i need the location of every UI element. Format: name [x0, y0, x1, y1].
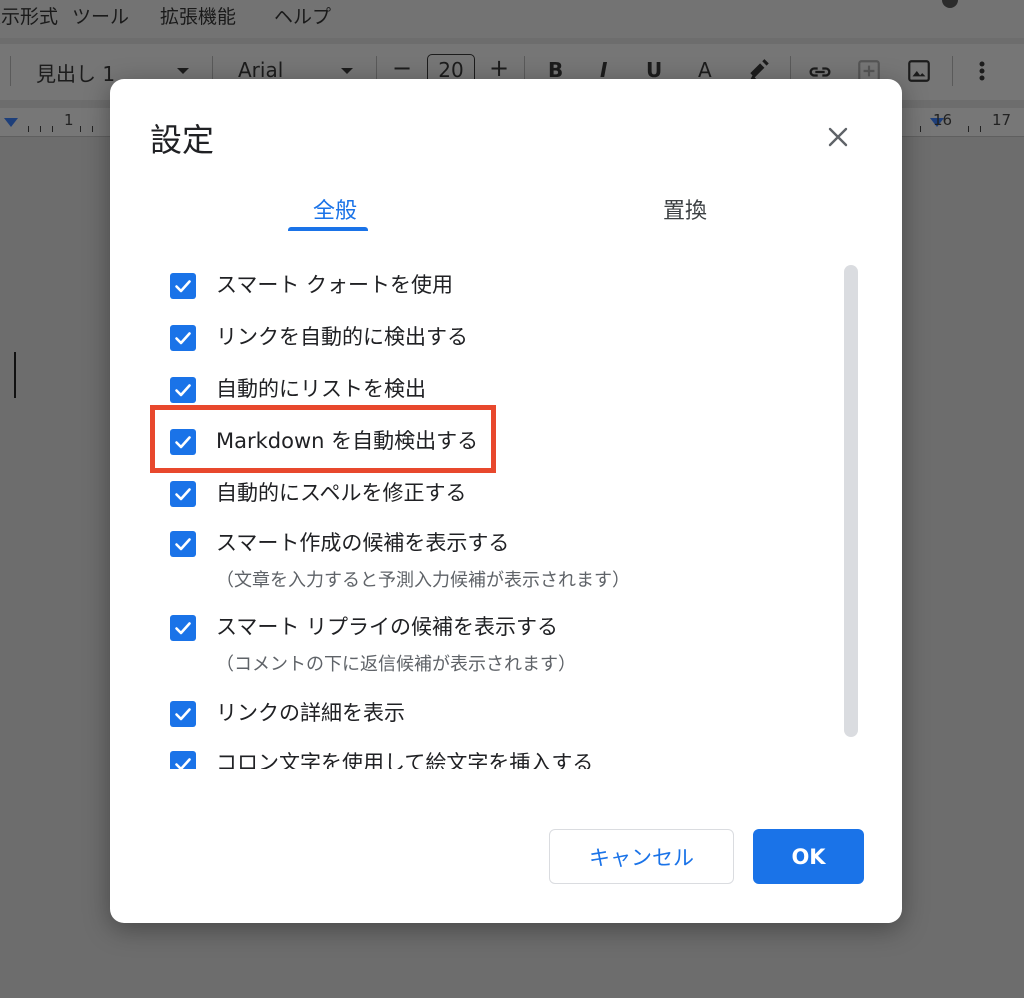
ruler-tick [28, 126, 29, 132]
checkmark-icon [175, 332, 191, 345]
option-description: （コメントの下に返信候補が表示されます） [216, 654, 576, 675]
option-label: 自動的にリストを検出 [216, 377, 426, 401]
checkbox[interactable] [170, 481, 196, 507]
checkmark-icon [175, 622, 191, 635]
checkmark-icon [175, 708, 191, 721]
ruler-tick [980, 126, 981, 132]
paragraph-style-select[interactable]: 見出し 1 [36, 58, 115, 87]
ruler-tick [968, 126, 969, 132]
option-label: リンクの詳細を表示 [216, 701, 405, 725]
ruler-tick [80, 126, 81, 132]
toolbar-divider [952, 56, 953, 86]
menu-format[interactable]: 表示形式 [0, 2, 58, 29]
checkbox[interactable] [170, 701, 196, 727]
chevron-down-icon [177, 68, 189, 74]
option-smart-reply[interactable]: スマート リプライの候補を表示する （コメントの下に返信候補が表示されます） [170, 615, 576, 676]
checkmark-icon [175, 384, 191, 397]
ruler-tick [40, 126, 41, 132]
preferences-dialog: 設定 全般 置換 スマート クォートを使用 リンクを自動的に検出する 自動的にリ… [110, 79, 902, 923]
checkmark-icon [175, 538, 191, 551]
ruler-tick [920, 126, 921, 132]
checkbox[interactable] [170, 325, 196, 351]
checkbox[interactable] [170, 531, 196, 557]
more-vert-icon[interactable] [972, 58, 992, 84]
menu-extensions[interactable]: 拡張機能 [160, 2, 236, 29]
toolbar-divider [10, 56, 11, 86]
indent-marker-icon[interactable] [4, 118, 18, 127]
checkbox[interactable] [170, 751, 196, 769]
dialog-title: 設定 [150, 121, 215, 159]
menu-tools[interactable]: ツール [72, 2, 129, 29]
ruler-tick [52, 126, 53, 132]
active-tab-indicator [288, 227, 368, 231]
ok-button[interactable]: OK [753, 829, 864, 884]
tab-general[interactable]: 全般 [300, 193, 370, 225]
option-label: スマート作成の候補を表示する [216, 531, 510, 555]
option-link-details[interactable]: リンクの詳細を表示 [170, 701, 405, 727]
highlight-annotation-box [150, 405, 496, 473]
option-description: （文章を入力すると予測入力候補が表示されます） [216, 570, 630, 591]
ruler-number: 17 [992, 111, 1012, 129]
option-smart-compose[interactable]: スマート作成の候補を表示する （文章を入力すると予測入力候補が表示されます） [170, 531, 630, 592]
menu-bar: 表示形式 ツール 拡張機能 ヘルプ [0, 0, 1024, 38]
option-emoji-colon[interactable]: コロン文字を使用して絵文字を挿入する [170, 751, 593, 769]
chevron-down-icon [341, 68, 353, 74]
close-icon[interactable] [822, 121, 854, 153]
font-size-decrease-button[interactable]: − [392, 54, 412, 82]
options-list[interactable]: スマート クォートを使用 リンクを自動的に検出する 自動的にリストを検出 Mar… [110, 249, 902, 769]
checkmark-icon [175, 280, 191, 293]
checkbox[interactable] [170, 615, 196, 641]
option-label: スマート クォートを使用 [216, 273, 454, 297]
ruler-number: 1 [64, 111, 74, 129]
checkbox[interactable] [170, 273, 196, 299]
ruler-number: 16 [933, 111, 953, 129]
checkbox[interactable] [170, 377, 196, 403]
option-smart-quotes[interactable]: スマート クォートを使用 [170, 273, 453, 299]
ruler-tick [92, 126, 93, 132]
menu-help[interactable]: ヘルプ [274, 2, 331, 29]
option-label: リンクを自動的に検出する [216, 325, 468, 349]
option-detect-lists[interactable]: 自動的にリストを検出 [170, 377, 426, 403]
option-label: コロン文字を使用して絵文字を挿入する [216, 751, 594, 769]
option-label: 自動的にスペルを修正する [216, 481, 467, 505]
insert-image-icon[interactable] [906, 58, 932, 84]
cancel-button[interactable]: キャンセル [549, 829, 734, 884]
option-autocorrect-spelling[interactable]: 自動的にスペルを修正する [170, 481, 467, 507]
checkmark-icon [175, 488, 191, 501]
tab-substitutions[interactable]: 置換 [652, 193, 718, 225]
account-icon[interactable] [942, 0, 958, 8]
option-label: スマート リプライの候補を表示する [216, 615, 559, 639]
checkmark-icon [175, 758, 191, 769]
options-scrollbar[interactable] [844, 265, 858, 737]
font-size-increase-button[interactable]: + [489, 54, 509, 82]
option-detect-links[interactable]: リンクを自動的に検出する [170, 325, 468, 351]
text-cursor [14, 352, 16, 398]
